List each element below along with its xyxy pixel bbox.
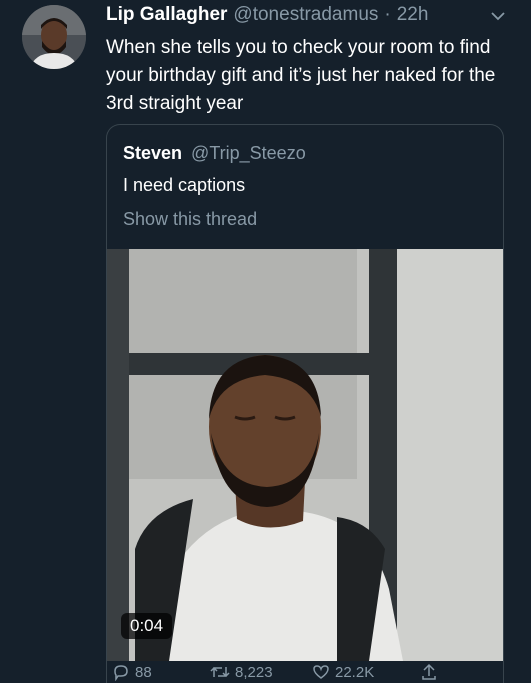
tweet-timestamp[interactable]: 22h [397,4,429,26]
retweet-icon [210,663,230,681]
reply-count: 88 [135,663,152,681]
quoted-display-name: Steven [123,143,183,163]
video-duration-badge: 0:04 [121,613,173,639]
tweet-header: Lip Gallagher @tonestradamus · 22h [106,4,428,32]
video-thumbnail [107,249,503,661]
heart-icon [312,663,330,681]
user-handle[interactable]: @tonestradamus [233,4,378,26]
tweet-actions: 88 8,223 22.2K [104,663,524,683]
display-name[interactable]: Lip Gallagher [106,4,227,26]
avatar-image [22,5,86,69]
user-avatar[interactable] [22,5,86,69]
like-button[interactable]: 22.2K [312,663,374,681]
reply-icon [112,663,130,681]
share-button[interactable] [420,663,438,681]
chevron-down-icon[interactable] [488,8,508,24]
like-count: 22.2K [335,663,375,681]
share-icon [420,663,438,681]
quoted-user-handle: @Trip_Steezo [191,143,306,163]
retweet-button[interactable]: 8,223 [210,663,273,681]
quoted-tweet-text: I need captions [123,175,246,195]
show-thread-link[interactable]: Show this thread [123,209,257,230]
quoted-tweet[interactable]: Steven @Trip_Steezo I need captions Show… [106,124,504,683]
retweet-count: 8,223 [235,663,273,681]
tweet-text: When she tells you to check your room to… [106,37,496,114]
reply-button[interactable]: 88 [112,663,152,681]
quoted-tweet-header: Steven @Trip_Steezo [123,143,306,164]
tweet: Lip Gallagher @tonestradamus · 22h When … [0,0,531,683]
video-player[interactable]: 0:04 [107,249,503,661]
separator-dot: · [384,4,391,25]
